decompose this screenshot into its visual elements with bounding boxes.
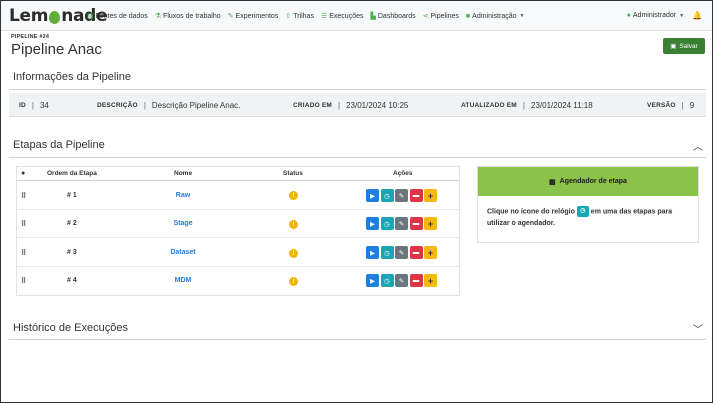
nav-item-fluxos-de-trabalho[interactable]: ⚗ Fluxos de trabalho <box>154 12 221 21</box>
play-button[interactable]: ▶ <box>366 274 379 287</box>
scheduler-instructions: Clique no ícone do relógio ◷ em uma das … <box>487 206 673 228</box>
clock-button[interactable]: ◷ <box>380 246 394 259</box>
chevron-up-icon[interactable]: ︿ <box>693 138 703 153</box>
delete-button[interactable]: ▬ <box>409 246 423 259</box>
divider <box>17 180 459 181</box>
logo-text-start: Lem <box>9 6 49 26</box>
clock-button[interactable]: ◷ <box>380 274 394 287</box>
add-button[interactable]: + <box>424 189 437 202</box>
delete-button[interactable]: ▬ <box>409 189 423 202</box>
info-section-title: Informações da Pipeline <box>13 71 132 83</box>
stage-actions: ▶ ◷ ✎ ▬ + <box>366 274 437 287</box>
nav-menu: ▤ Fontes de dados ⚗ Fluxos de trabalho ✎ Ex… <box>87 12 525 21</box>
stage-name-link[interactable]: Stage <box>153 220 213 227</box>
clock-button[interactable]: ◷ <box>380 189 394 202</box>
edit-button[interactable]: ✎ <box>395 217 408 230</box>
edit-button[interactable]: ✎ <box>395 274 408 287</box>
nav-item-administracao[interactable]: ■ Administração ▼ <box>466 12 525 20</box>
col-name: Nome <box>174 170 193 177</box>
clock-icon: ◷ <box>576 206 589 217</box>
history-section-title: Histórico de Execuções <box>13 322 128 334</box>
user-icon: ● <box>626 12 631 19</box>
info-circle-icon: ● <box>21 170 26 177</box>
divider <box>9 89 706 90</box>
delete-button[interactable]: ▬ <box>409 274 423 287</box>
play-button[interactable]: ▶ <box>366 189 379 202</box>
nav-item-pipelines[interactable]: ⋖ Pipelines <box>422 12 459 21</box>
nav-item-execucoes[interactable]: ☰ Execuções <box>320 12 364 21</box>
nav-right: ● Administrador ▼ 🔔 <box>627 11 702 20</box>
share-icon: ⋖ <box>422 13 429 20</box>
nav-item-trilhas[interactable]: ⇧ Trilhas <box>285 12 314 21</box>
save-button[interactable]: ▣ Salvar <box>663 38 705 54</box>
stage-name-link[interactable]: MDM <box>153 277 213 284</box>
floppy-icon: ▣ <box>670 43 677 50</box>
user-menu[interactable]: ● Administrador ▼ <box>627 12 684 19</box>
info-version: VERSÃO | 9 <box>647 101 695 110</box>
chevron-down-icon[interactable]: ﹀ <box>693 321 703 336</box>
clock-button[interactable]: ◷ <box>380 217 394 230</box>
warning-status-icon: ! <box>289 277 298 286</box>
play-button[interactable]: ▶ <box>366 217 379 230</box>
info-created: CRIADO EM | 23/01/2024 10:25 <box>293 101 409 110</box>
flask-icon: ⚗ <box>154 13 162 20</box>
stage-actions: ▶ ◷ ✎ ▬ + <box>366 189 437 202</box>
add-button[interactable]: + <box>424 274 437 287</box>
stage-name-link[interactable]: Raw <box>153 192 213 199</box>
play-button[interactable]: ▶ <box>366 246 379 259</box>
upload-icon: ⇧ <box>285 13 292 20</box>
warning-status-icon: ! <box>289 220 298 229</box>
lemon-icon <box>49 10 61 24</box>
top-navbar: Lem nade ▤ Fontes de dados ⚗ Fluxos de trab… <box>1 1 712 31</box>
add-button[interactable]: + <box>424 217 437 230</box>
divider <box>9 157 706 158</box>
calendar-icon: ▦ <box>549 178 556 186</box>
drag-handle-icon[interactable]: ⠿ <box>21 277 26 285</box>
stage-actions: ▶ ◷ ✎ ▬ + <box>366 217 437 230</box>
divider <box>17 209 459 210</box>
warning-status-icon: ! <box>289 191 298 200</box>
stage-actions: ▶ ◷ ✎ ▬ + <box>366 246 437 259</box>
drag-handle-icon[interactable]: ⠿ <box>21 192 26 200</box>
info-description: DESCRIÇÃO | Descrição Pipeline Anac. <box>97 101 241 110</box>
bell-icon[interactable]: 🔔 <box>692 11 702 20</box>
wand-icon: ✎ <box>227 13 234 20</box>
pipeline-id: PIPELINE #24 <box>11 34 50 40</box>
add-button[interactable]: + <box>424 246 437 259</box>
scheduler-header: ▦ Agendador de etapa <box>478 167 698 196</box>
stage-order: # 1 <box>67 192 77 199</box>
drag-handle-icon[interactable]: ⠿ <box>21 220 26 228</box>
col-order: Ordem da Etapa <box>47 170 97 177</box>
drag-handle-icon[interactable]: ⠿ <box>21 249 26 257</box>
page-title: Pipeline Anac <box>11 41 102 58</box>
divider <box>9 339 706 340</box>
stage-order: # 3 <box>67 249 77 256</box>
chevron-down-icon: ▼ <box>679 12 685 19</box>
divider <box>17 266 459 267</box>
nav-item-experimentos[interactable]: ✎ Experimentos <box>227 12 279 21</box>
edit-button[interactable]: ✎ <box>395 246 408 259</box>
info-id: ID | 34 <box>19 101 49 110</box>
lock-icon: ■ <box>465 12 471 20</box>
list-icon: ☰ <box>320 13 328 20</box>
database-icon: ▤ <box>87 13 94 20</box>
pipeline-info-bar: ID | 34 DESCRIÇÃO | Descrição Pipeline Anac.… <box>9 93 706 117</box>
divider <box>17 237 459 238</box>
chevron-down-icon: ▼ <box>519 13 525 19</box>
nav-item-dashboards[interactable]: ▙ Dashboards <box>370 12 415 21</box>
delete-button[interactable]: ▬ <box>409 217 423 230</box>
stage-order: # 4 <box>67 277 77 284</box>
warning-status-icon: ! <box>289 249 298 258</box>
col-actions: Ações <box>393 170 413 177</box>
info-updated: ATUALIZADO EM | 23/01/2024 11:18 <box>461 101 593 110</box>
nav-item-fontes-de-dados[interactable]: ▤ Fontes de dados <box>87 12 148 21</box>
stages-section-title: Etapas da Pipeline <box>13 139 105 151</box>
stage-order: # 2 <box>67 220 77 227</box>
chart-icon: ▙ <box>370 13 376 20</box>
stage-name-link[interactable]: Dataset <box>153 249 213 256</box>
edit-button[interactable]: ✎ <box>395 189 408 202</box>
col-status: Status <box>283 170 303 177</box>
